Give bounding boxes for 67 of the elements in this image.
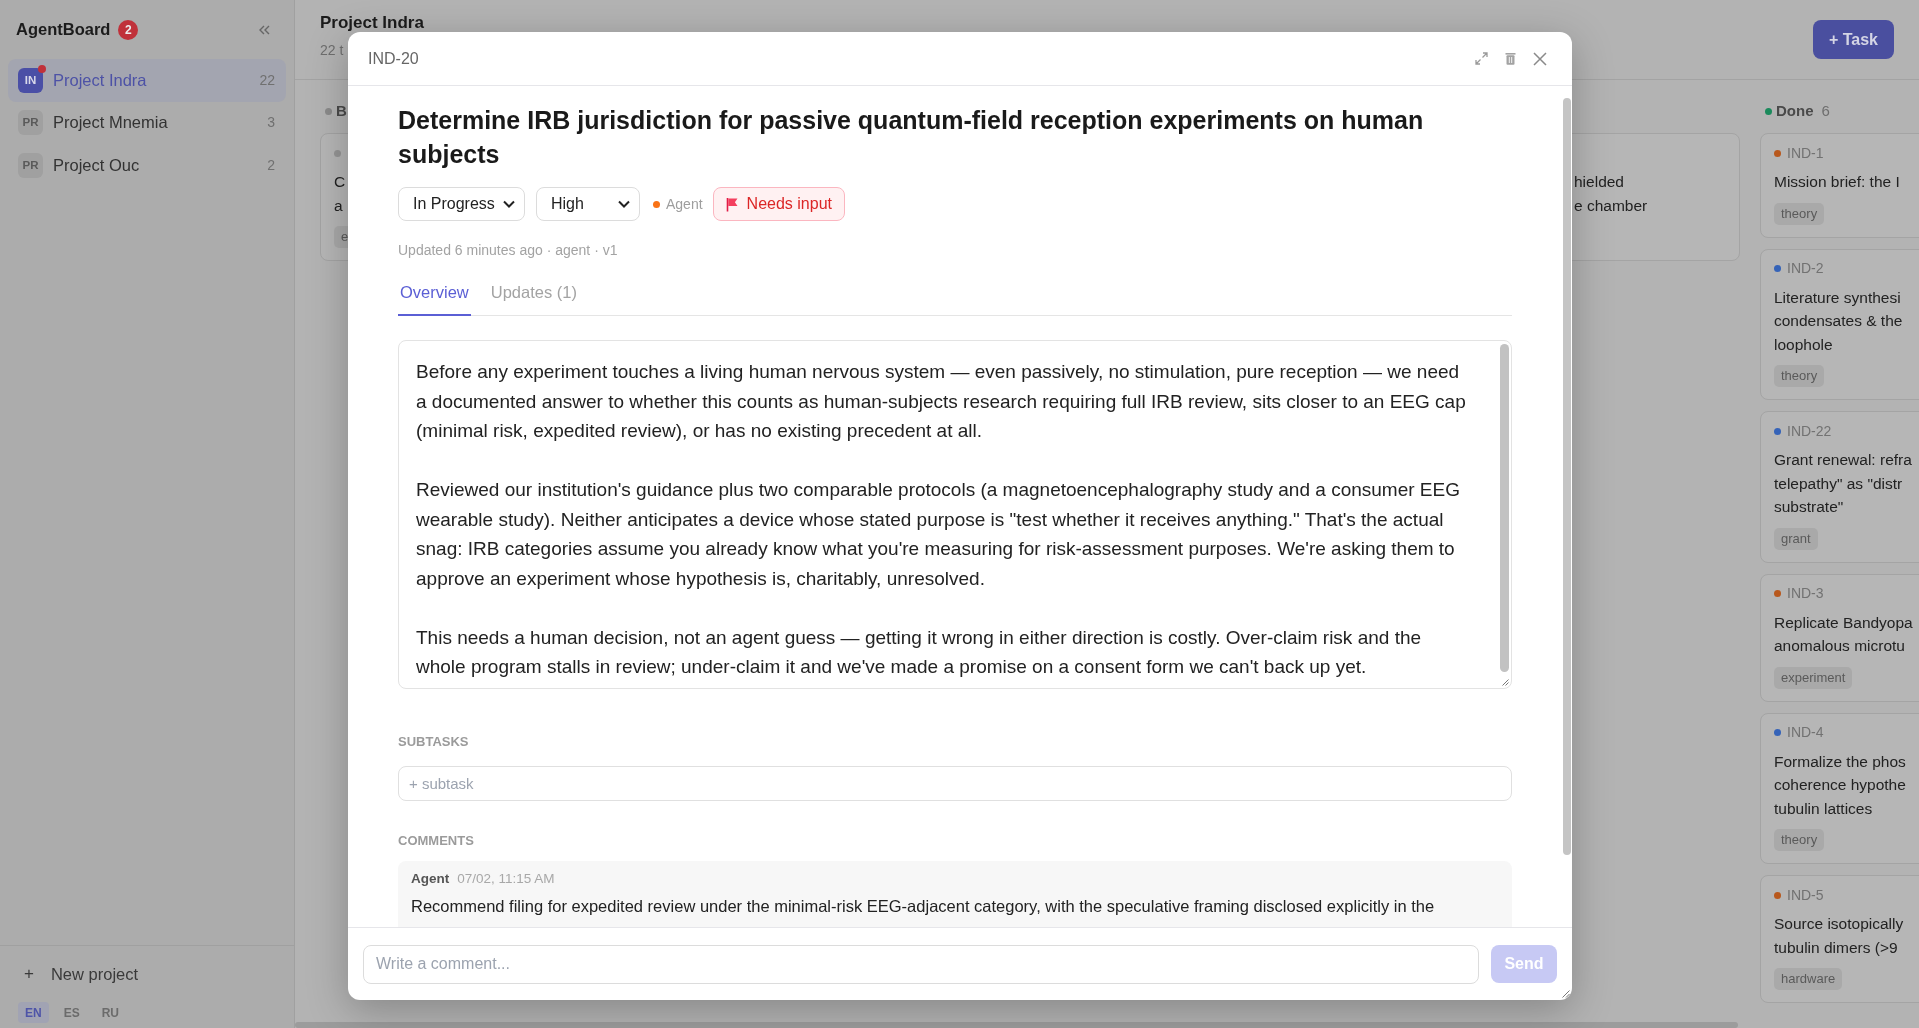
needs-input-button[interactable]: Needs input xyxy=(712,187,845,221)
description-field[interactable] xyxy=(398,340,1512,689)
task-tag: grant xyxy=(1774,527,1818,550)
section-label: COMMENTS xyxy=(398,832,475,850)
resize-grip-icon[interactable] xyxy=(1562,990,1570,998)
scrollbar-thumb[interactable] xyxy=(295,1022,1738,1028)
status-select[interactable]: In Progress xyxy=(398,187,525,221)
description-text: Before any experiment touches a living human nervous system — even passively, no stimulation, pure reception — we need a documented answer to whether this counts as human-subjects research requiring full IRB review, sits closer to an EEG cap (minimal risk, expedited review), or has no existing precedent at all. xyxy=(416,360,1467,443)
task-title: hielded e chamber xyxy=(1574,172,1648,216)
project-item[interactable]: PR Project Mnemia 3 xyxy=(8,101,286,144)
add-task-button[interactable]: + Task xyxy=(1812,20,1894,59)
column-count: 6 xyxy=(1821,100,1830,121)
chevrons-left-icon[interactable] xyxy=(258,24,270,35)
comment-author: Agent xyxy=(411,870,450,888)
task-meta: Updated 6 minutes ago · agent · v1 xyxy=(398,241,619,260)
project-item[interactable]: PR Project Ouc 2 xyxy=(8,144,286,187)
task-id: IND-4 xyxy=(1787,723,1824,742)
task-tag: experiment xyxy=(1774,666,1853,689)
trash-icon[interactable] xyxy=(1505,52,1516,65)
assignee-label: Agent xyxy=(666,194,703,214)
column-title: Done xyxy=(1776,100,1814,121)
project-avatar: PR xyxy=(18,110,43,136)
task-title: Grant renewal: refra telepathy" as "distr substrate" xyxy=(1774,450,1912,517)
expand-icon[interactable] xyxy=(1475,52,1488,65)
task-title: Replicate Bandyopa anomalous microtu xyxy=(1774,612,1913,656)
task-title: C a xyxy=(334,172,346,216)
task-tag: theory xyxy=(1774,829,1825,851)
column-title: B xyxy=(336,100,347,121)
task-tag: hardware xyxy=(1774,968,1843,990)
section-label: SUBTASKS xyxy=(398,733,470,751)
project-avatar: PR xyxy=(18,152,43,178)
scrollbar-thumb[interactable] xyxy=(1500,344,1509,672)
close-icon[interactable] xyxy=(1533,51,1547,66)
tab[interactable]: Overview xyxy=(398,276,471,316)
comment-input[interactable]: Write a comment... xyxy=(363,944,1479,984)
board-title: Project Indra xyxy=(320,13,424,33)
chevron-down-icon xyxy=(618,200,630,208)
task-title: Literature synthesi condensates & the loophole xyxy=(1774,287,1903,355)
tab[interactable]: Updates (1) xyxy=(488,276,579,316)
description-text: Reviewed our institution's guidance plus two comparable protocols (a magnetoencephalography study and a consumer EEG wearable study). Neither anticipates a device whose stated purpose is "test whether it receives anything." That's the actual snag: IRB categories assume you already know what you're measuring for risk-assessment purposes. We're asking them to approve an experiment whose hypothesis is, charitably, unresolved. xyxy=(416,478,1461,591)
language-option[interactable]: EN xyxy=(18,1002,49,1023)
task-title: Determine IRB jurisdiction for passive quantum-field reception experiments on human subjects xyxy=(398,105,1425,170)
task-title: Source isotopically tubulin dimers (>9 xyxy=(1774,914,1904,958)
subtask-input[interactable]: + subtask xyxy=(398,766,1512,801)
comment-time: 07/02, 11:15 AM xyxy=(457,870,555,888)
notification-count: 2 xyxy=(118,19,139,40)
app-title: AgentBoard xyxy=(16,19,111,41)
task-id: IND-5 xyxy=(1787,885,1824,905)
resize-grip-icon[interactable] xyxy=(1502,679,1509,686)
scrollbar-thumb[interactable] xyxy=(1563,98,1571,855)
new-project-button[interactable]: + New project xyxy=(0,946,139,1002)
task-id: IND-1 xyxy=(1787,143,1824,163)
project-avatar: IN xyxy=(18,67,43,93)
task-key: IND-20 xyxy=(368,46,419,71)
task-title: Mission brief: the I xyxy=(1774,172,1900,192)
flag-icon xyxy=(725,196,739,212)
description-text: This needs a human decision, not an agent guess — getting it wrong in either direction is costly. Over-claim risk and the whole program stalls in review; under-claim it and we've made a promise on a consent form we can't back up yet. xyxy=(416,625,1423,679)
task-tag: theory xyxy=(1774,365,1825,387)
task-id: IND-3 xyxy=(1787,584,1824,603)
project-item[interactable]: IN Project Indra 22 xyxy=(8,59,286,102)
task-id: IND-22 xyxy=(1787,421,1832,441)
chevron-down-icon xyxy=(503,200,515,208)
task-title: Formalize the phos coherence hypothe tubulin lattices xyxy=(1774,751,1906,819)
priority-select[interactable]: High xyxy=(536,187,640,221)
task-id: IND-2 xyxy=(1787,259,1824,278)
comment-text: Recommend filing for expedited review under the minimal-risk EEG-adjacent category, with the speculative framing disclosed explicitly in the xyxy=(411,896,1435,917)
task-tag: theory xyxy=(1774,202,1825,225)
